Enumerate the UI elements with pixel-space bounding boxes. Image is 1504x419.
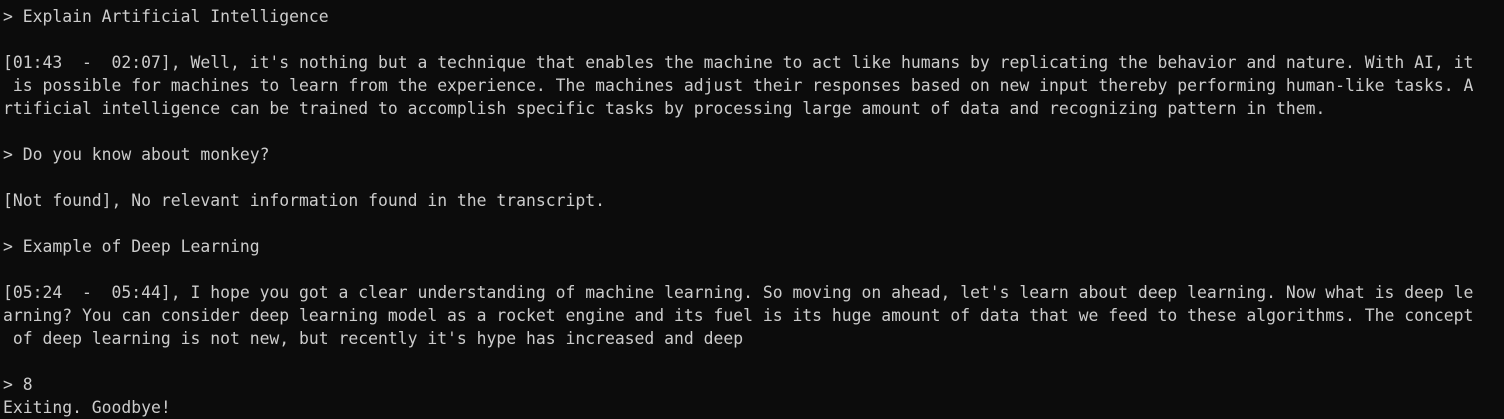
answer-line: [01:43 - 02:07], Well, it's nothing but … [3, 53, 1474, 72]
answer-line: [05:24 - 05:44], I hope you got a clear … [3, 283, 1474, 302]
answer-line: is possible for machines to learn from t… [3, 76, 1474, 95]
user-prompt-line: > Example of Deep Learning [3, 237, 260, 256]
terminal-output[interactable]: > Explain Artificial Intelligence [01:43… [0, 5, 1504, 419]
exit-message: Exiting. Goodbye! [3, 398, 171, 417]
answer-line: [Not found], No relevant information fou… [3, 191, 605, 210]
user-prompt-line: > Do you know about monkey? [3, 145, 270, 164]
user-prompt-line: > 8 [3, 375, 33, 394]
answer-line: rtificial intelligence can be trained to… [3, 99, 1326, 118]
user-prompt-line: > Explain Artificial Intelligence [3, 7, 329, 26]
answer-line: of deep learning is not new, but recentl… [3, 329, 744, 348]
answer-line: arning? You can consider deep learning m… [3, 306, 1474, 325]
